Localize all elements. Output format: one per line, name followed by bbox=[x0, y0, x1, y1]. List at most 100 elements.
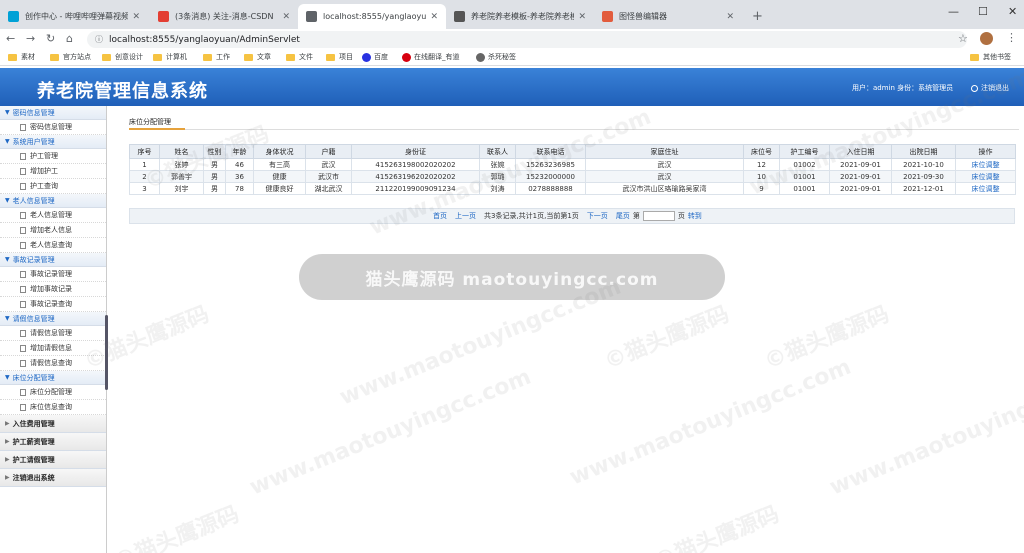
table-cell: 01002 bbox=[779, 158, 830, 171]
sidebar-item[interactable]: 请假信息管理 bbox=[0, 326, 106, 341]
bookmark-label: 在线翻译_有道 bbox=[414, 53, 460, 61]
sidebar-item-label: 事故记录查询 bbox=[30, 300, 72, 308]
tab-close-icon[interactable]: ✕ bbox=[282, 12, 290, 22]
browser-menu-icon[interactable]: ⋮ bbox=[1006, 31, 1017, 44]
tab-favicon-icon bbox=[158, 11, 169, 22]
other-bookmarks[interactable]: 其他书签 bbox=[970, 52, 1011, 62]
sidebar-item[interactable]: 事故记录管理 bbox=[0, 267, 106, 282]
bookmark-item[interactable]: 创意设计 bbox=[102, 52, 143, 62]
sidebar-group[interactable]: ▼ 床位分配管理 bbox=[0, 371, 106, 385]
sidebar-item[interactable]: 增加事故记录 bbox=[0, 282, 106, 297]
sidebar-item[interactable]: 床位信息查询 bbox=[0, 400, 106, 415]
table-header-row: 序号 姓名 性别 年龄 身体状况 户籍 身份证 联系人 联系电话 家庭住址 床位号 护工编号 入住日期出… bbox=[129, 144, 1016, 159]
column-header: 床位号 bbox=[743, 144, 780, 159]
pager-last[interactable]: 尾页 bbox=[616, 211, 630, 221]
sidebar-item[interactable]: 护工查询 bbox=[0, 179, 106, 194]
pager-prev[interactable]: 上一页 bbox=[455, 211, 476, 221]
sidebar-item[interactable]: 增加护工 bbox=[0, 164, 106, 179]
sidebar-group[interactable]: ▼ 系统用户管理 bbox=[0, 135, 106, 149]
bookmark-item[interactable]: 在线翻译_有道 bbox=[402, 52, 460, 62]
browser-tab[interactable]: 养老院养老模板-养老院养老模板 ✕ bbox=[446, 4, 594, 29]
table-cell: 46 bbox=[225, 158, 254, 171]
page-number-input[interactable] bbox=[642, 211, 675, 221]
folder-icon bbox=[203, 53, 212, 61]
browser-tab[interactable]: (3条消息) 关注-消息-CSDN ✕ bbox=[150, 4, 298, 29]
table-cell: 武汉市洪山区珞瑜路吴家湾 bbox=[585, 182, 744, 195]
bed-allocation-table: 序号 姓名 性别 年龄 身体状况 户籍 身份证 联系人 联系电话 家庭住址 床位号 护工编号 入住日期出… bbox=[129, 144, 1016, 195]
sidebar-group[interactable]: ▶ 护工薪资管理 bbox=[0, 433, 106, 451]
reload-icon[interactable]: ↻ bbox=[46, 32, 55, 45]
home-icon[interactable]: ⌂ bbox=[66, 32, 73, 45]
sidebar-item[interactable]: 床位分配管理 bbox=[0, 385, 106, 400]
back-icon[interactable]: ← bbox=[6, 32, 15, 45]
bookmark-star-icon[interactable]: ☆ bbox=[958, 32, 968, 45]
pager-next[interactable]: 下一页 bbox=[587, 211, 608, 221]
sidebar-item[interactable]: 老人信息管理 bbox=[0, 208, 106, 223]
forward-icon[interactable]: → bbox=[26, 32, 35, 45]
bookmark-item[interactable]: 素材 bbox=[8, 52, 35, 62]
sidebar-item[interactable]: 密码信息管理 bbox=[0, 120, 106, 135]
tab-bed-allocation[interactable]: 床位分配管理 bbox=[129, 117, 171, 127]
logout-label: 注销退出 bbox=[981, 84, 1009, 92]
bookmark-item[interactable]: 文章 bbox=[244, 52, 271, 62]
sidebar-group[interactable]: ▼ 请假信息管理 bbox=[0, 312, 106, 326]
sidebar-item-label: 床位分配管理 bbox=[30, 388, 72, 396]
bookmark-item[interactable]: 文件 bbox=[286, 52, 313, 62]
sidebar: ▼ 密码信息管理 密码信息管理 ▼ 系统用户管理 护工管理增加护工护工查询 ▼ 老人信息管理老… bbox=[0, 106, 107, 553]
table-cell: 刘涛 bbox=[479, 182, 516, 195]
folder-icon bbox=[970, 53, 979, 61]
tab-close-icon[interactable]: ✕ bbox=[430, 12, 438, 22]
sidebar-item-label: 增加护工 bbox=[30, 167, 58, 175]
bookmark-item[interactable]: 百度 bbox=[362, 52, 388, 62]
table-cell: 9 bbox=[743, 182, 780, 195]
info-icon[interactable]: ⓘ bbox=[95, 34, 103, 45]
adjust-bed-link[interactable]: 床位调整 bbox=[955, 182, 1016, 195]
browser-tab[interactable]: localhost:8555/yanglaoyuan/A✕ bbox=[298, 4, 446, 29]
bookmark-label: 工作 bbox=[216, 53, 230, 61]
folder-icon bbox=[50, 53, 59, 61]
bookmark-item[interactable]: 工作 bbox=[203, 52, 230, 62]
bookmark-label: 文件 bbox=[299, 53, 313, 61]
document-icon bbox=[20, 359, 26, 367]
minimize-button[interactable]: — bbox=[948, 5, 959, 18]
tab-close-icon[interactable]: ✕ bbox=[726, 12, 734, 22]
sidebar-group[interactable]: ▼ 事故记录管理 bbox=[0, 253, 106, 267]
sidebar-item[interactable]: 请假信息查询 bbox=[0, 356, 106, 371]
bookmark-item[interactable]: 杀死秘签 bbox=[476, 52, 516, 62]
maximize-button[interactable]: ☐ bbox=[978, 5, 988, 18]
bookmark-item[interactable]: 官方站点 bbox=[50, 52, 91, 62]
profile-avatar[interactable] bbox=[980, 32, 993, 45]
bookmark-item[interactable]: 项目 bbox=[326, 52, 353, 62]
tab-close-icon[interactable]: ✕ bbox=[578, 12, 586, 22]
browser-toolbar: ← → ↻ ⌂ ⓘ localhost:8555/yanglaoyuan/Adm… bbox=[0, 29, 1024, 49]
close-window-button[interactable]: ✕ bbox=[1008, 5, 1017, 18]
sidebar-group[interactable]: ▶ 入住费用管理 bbox=[0, 415, 106, 433]
sidebar-item[interactable]: 增加请假信息 bbox=[0, 341, 106, 356]
sidebar-group[interactable]: ▼ 老人信息管理 bbox=[0, 194, 106, 208]
caret-right-icon: ▶ bbox=[5, 438, 10, 445]
table-row: 3 刘宇男 78 健康良好 湖北武汉 211220199009091234 刘涛 027888… bbox=[129, 182, 1016, 195]
sidebar-group[interactable]: ▶ 注销退出系统 bbox=[0, 469, 106, 487]
table-cell: 1 bbox=[129, 158, 160, 171]
tab-close-icon[interactable]: ✕ bbox=[132, 12, 140, 22]
sidebar-item[interactable]: 增加老人信息 bbox=[0, 223, 106, 238]
sidebar-group[interactable]: ▶ 护工请假管理 bbox=[0, 451, 106, 469]
address-bar[interactable]: ⓘ localhost:8555/yanglaoyuan/AdminServle… bbox=[87, 31, 967, 48]
pager-goto-button[interactable]: 转到 bbox=[688, 211, 702, 221]
sidebar-item-label: 增加请假信息 bbox=[30, 344, 72, 352]
sidebar-group-label: 老人信息管理 bbox=[12, 196, 55, 205]
browser-tab[interactable]: 图怪兽编辑器 ✕ bbox=[594, 4, 742, 29]
pager-first[interactable]: 首页 bbox=[433, 211, 447, 221]
browser-tab[interactable]: 创作中心 - 哔哩哔哩弹幕视频网 ✕ bbox=[0, 4, 148, 29]
sidebar-item[interactable]: 老人信息查询 bbox=[0, 238, 106, 253]
sidebar-item[interactable]: 事故记录查询 bbox=[0, 297, 106, 312]
sidebar-item[interactable]: 护工管理 bbox=[0, 149, 106, 164]
new-tab-button[interactable]: + bbox=[752, 9, 763, 24]
document-icon bbox=[20, 285, 26, 293]
logout-link[interactable]: 注销退出 bbox=[971, 83, 1009, 93]
adjust-bed-link[interactable]: 床位调整 bbox=[955, 170, 1016, 183]
bookmark-label: 文章 bbox=[257, 53, 271, 61]
bookmark-item[interactable]: 计算机 bbox=[153, 52, 187, 62]
adjust-bed-link[interactable]: 床位调整 bbox=[955, 158, 1016, 171]
sidebar-group[interactable]: ▼ 密码信息管理 bbox=[0, 106, 106, 120]
